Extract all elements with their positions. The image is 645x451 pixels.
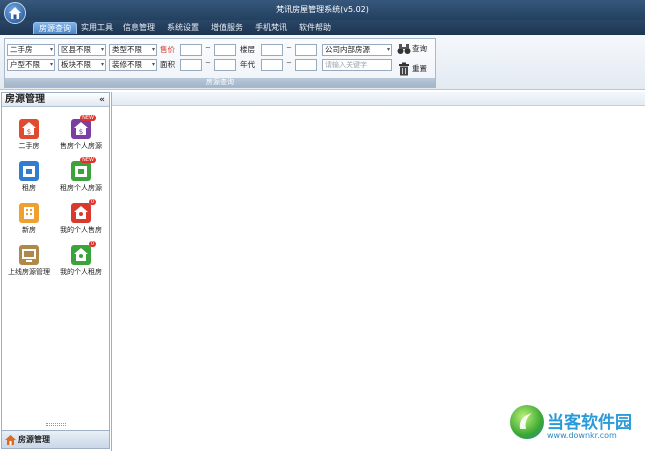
title-bar: 梵讯房屋管理系统(v5.02) <box>0 0 645 20</box>
dropdown-arrow-icon: ▾ <box>100 61 104 68</box>
price-min-input[interactable] <box>180 44 202 56</box>
block-select[interactable]: 板块不限 ▾ <box>58 59 106 71</box>
tile-rent[interactable]: 租房 <box>3 161 55 193</box>
tile-personal-rent[interactable]: NEW 租房个人房源 <box>55 157 107 193</box>
window-title: 梵讯房屋管理系统(v5.02) <box>276 5 369 14</box>
dropdown-arrow-icon: ▾ <box>151 61 155 68</box>
new-house-icon <box>19 203 39 223</box>
my-sale-icon: 0 <box>71 199 96 223</box>
listing-scope-select[interactable]: 公司内部房源 ▾ <box>322 44 392 56</box>
menu-tab-system-settings[interactable]: 系统设置 <box>162 22 204 34</box>
size-max-input[interactable] <box>214 59 236 71</box>
category-select[interactable]: 类型不限 ▾ <box>109 44 157 56</box>
dropdown-arrow-icon: ▾ <box>49 61 53 68</box>
dropdown-arrow-icon: ▾ <box>49 46 53 53</box>
layout-select[interactable]: 户型不限 ▾ <box>7 59 55 71</box>
tile-my-sale[interactable]: 0 我的个人售房 <box>55 199 107 235</box>
rent-icon <box>19 161 39 181</box>
online-listing-icon <box>19 245 39 265</box>
floor-min-input[interactable] <box>261 44 283 56</box>
reset-button[interactable]: 重置 <box>397 61 427 77</box>
menu-tab-info-management[interactable]: 信息管理 <box>118 22 160 34</box>
range-separator: ~ <box>205 44 211 52</box>
personal-sale-icon: $ NEW <box>71 115 96 139</box>
keyword-input[interactable]: 请输入关键字 <box>322 59 392 71</box>
dropdown-arrow-icon: ▾ <box>100 46 104 53</box>
watermark: 当客软件园 www.downkr.com <box>510 405 643 447</box>
binoculars-icon <box>397 44 411 54</box>
range-separator: ~ <box>286 44 292 52</box>
sidebar-footer-tab[interactable]: 房源管理 <box>2 430 109 448</box>
year-label: 年代 <box>240 60 255 69</box>
property-type-select[interactable]: 二手房 ▾ <box>7 44 55 56</box>
count-badge: 0 <box>88 241 96 247</box>
tile-my-rent[interactable]: 0 我的个人租房 <box>55 241 107 277</box>
new-badge: NEW <box>80 157 96 163</box>
sidebar-title: 房源管理 <box>5 94 45 105</box>
menu-tab-help[interactable]: 软件帮助 <box>294 22 336 34</box>
new-badge: NEW <box>80 115 96 121</box>
dropdown-arrow-icon: ▾ <box>151 46 155 53</box>
splitter-grip[interactable] <box>46 423 66 426</box>
range-separator: ~ <box>205 59 211 67</box>
watermark-url: www.downkr.com <box>547 431 617 440</box>
content-toolbar <box>112 92 645 106</box>
ribbon-caption: 房源查询 <box>5 78 435 87</box>
trash-icon <box>399 62 409 76</box>
query-button[interactable]: 查询 <box>397 41 427 57</box>
filter-ribbon: 二手房 ▾ 区县不限 ▾ 类型不限 ▾ 售价 ~ 楼层 ~ 公司内部房源 ▾ 户型不限 ▾… <box>0 35 645 90</box>
svg-text:$: $ <box>79 128 83 136</box>
main-content <box>111 92 645 451</box>
menu-tab-mobile[interactable]: 手机梵讯 <box>250 22 292 34</box>
decoration-select[interactable]: 装修不限 ▾ <box>109 59 157 71</box>
floor-max-input[interactable] <box>295 44 317 56</box>
year-min-input[interactable] <box>261 59 283 71</box>
collapse-icon[interactable]: « <box>99 93 105 107</box>
tile-personal-sale[interactable]: $ NEW 售房个人房源 <box>55 115 107 151</box>
app-logo-icon[interactable] <box>4 2 26 24</box>
my-rent-icon: 0 <box>71 241 96 265</box>
tile-second-hand[interactable]: $ 二手房 <box>3 119 55 151</box>
watermark-name: 当客软件园 <box>547 413 632 433</box>
district-select[interactable]: 区县不限 ▾ <box>58 44 106 56</box>
size-label: 面积 <box>160 60 175 69</box>
svg-text:$: $ <box>27 128 31 136</box>
size-min-input[interactable] <box>180 59 202 71</box>
personal-rent-icon: NEW <box>71 157 96 181</box>
count-badge: 0 <box>88 199 96 205</box>
watermark-logo-icon <box>510 405 544 439</box>
sidebar-panel: 房源管理 « $ 二手房 $ NEW 售房个人房源 租房 NEW 租房个人房源 … <box>1 92 110 449</box>
tile-new-house[interactable]: 新房 <box>3 203 55 235</box>
house-sale-icon: $ <box>19 119 39 139</box>
menu-tab-tools[interactable]: 实用工具 <box>76 22 118 34</box>
range-separator: ~ <box>286 59 292 67</box>
home-icon <box>5 434 16 445</box>
menu-tab-property-query[interactable]: 房源查询 <box>33 22 77 34</box>
price-label: 售价 <box>160 45 175 54</box>
menu-bar: 房源查询 实用工具 信息管理 系统设置 增值服务 手机梵讯 软件帮助 <box>0 20 645 35</box>
sidebar-header: 房源管理 « <box>2 93 109 107</box>
floor-label: 楼层 <box>240 45 255 54</box>
year-max-input[interactable] <box>295 59 317 71</box>
dropdown-arrow-icon: ▾ <box>386 46 390 53</box>
tile-online-listing[interactable]: 上线房源管理 <box>3 245 55 277</box>
filter-group: 二手房 ▾ 区县不限 ▾ 类型不限 ▾ 售价 ~ 楼层 ~ 公司内部房源 ▾ 户型不限 ▾… <box>4 38 436 88</box>
menu-tab-value-added[interactable]: 增值服务 <box>206 22 248 34</box>
price-max-input[interactable] <box>214 44 236 56</box>
